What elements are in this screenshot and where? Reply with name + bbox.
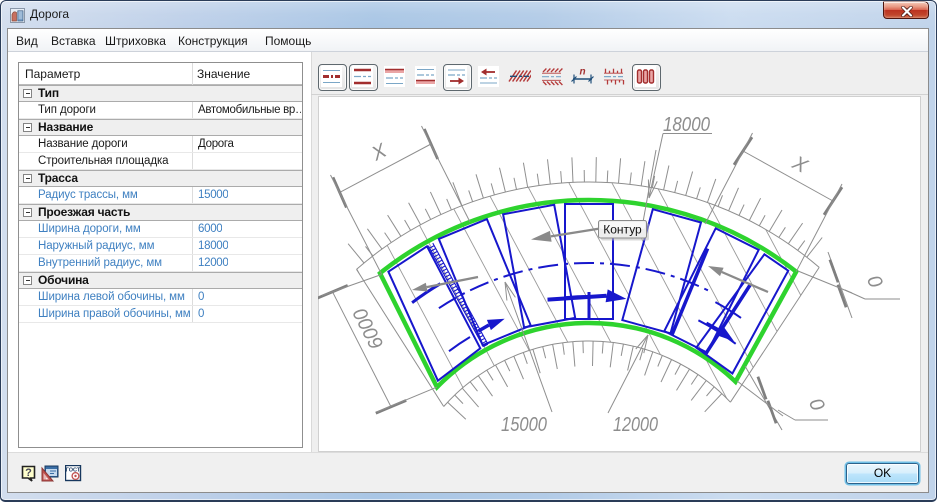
svg-text:6000: 6000 <box>349 304 388 352</box>
svg-text:X: X <box>367 139 390 165</box>
svg-text:0: 0 <box>864 272 889 291</box>
svg-text:Контур: Контур <box>603 223 642 237</box>
svg-text:18000: 18000 <box>663 114 710 136</box>
svg-text:0: 0 <box>806 395 831 414</box>
svg-text:X: X <box>788 152 812 178</box>
svg-text:?: ? <box>25 467 32 479</box>
svg-text:12000: 12000 <box>613 414 658 436</box>
svg-text:n: n <box>579 67 585 78</box>
svg-text:15000: 15000 <box>501 414 547 436</box>
